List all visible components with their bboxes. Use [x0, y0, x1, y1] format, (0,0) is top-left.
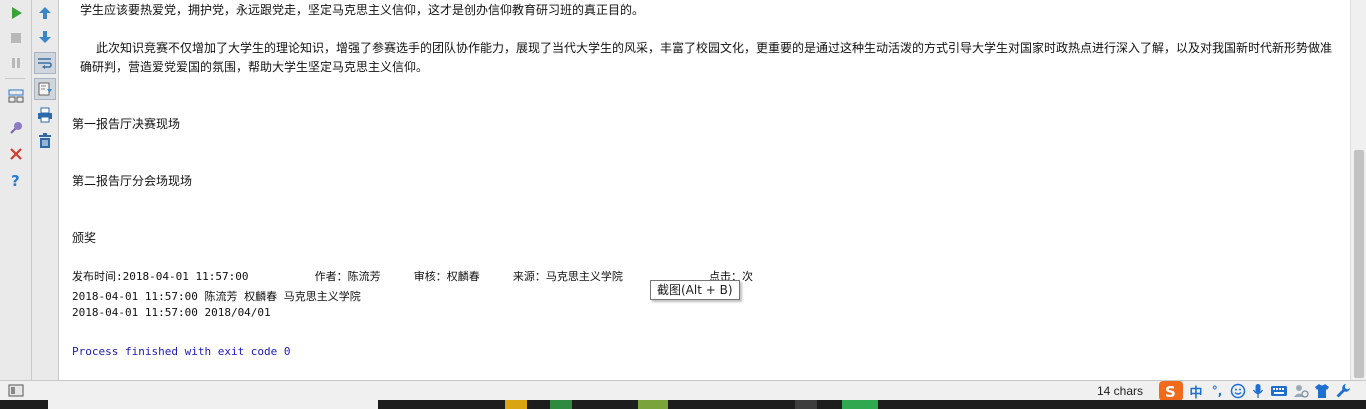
output-paragraph-1: 学生应该要热爱党，拥护党，永远跟党走，坚定马克思主义信仰，这才是创办信仰教育研习… — [80, 3, 645, 17]
panel-toggle-icon — [8, 384, 24, 397]
taskbar-app-4[interactable] — [795, 400, 817, 409]
pause-icon — [12, 58, 20, 68]
taskbar-window-preview[interactable] — [48, 400, 378, 409]
rerun-button[interactable] — [5, 2, 27, 24]
close-tab-button[interactable] — [5, 143, 27, 165]
scroll-to-end-icon — [38, 82, 52, 96]
console-scrollbar[interactable] — [1350, 0, 1366, 380]
output-paragraph-2-line-1: 此次知识竞赛不仅增加了大学生的理论知识，增强了参赛选手的团队协作能力，展现了当代… — [96, 41, 1333, 55]
ime-tools-button[interactable] — [1334, 381, 1352, 401]
smiley-icon — [1230, 383, 1246, 399]
scrollbar-thumb[interactable] — [1354, 150, 1364, 378]
sogou-icon: S — [1159, 381, 1183, 401]
console-tool-strip — [32, 0, 59, 380]
arrow-up-icon — [39, 7, 51, 19]
output-heading-final: 第一报告厅决赛现场 — [72, 117, 181, 131]
ime-keyboard-button[interactable] — [1269, 381, 1289, 401]
taskbar-app-1[interactable] — [505, 400, 527, 409]
restore-layout-button[interactable] — [5, 85, 27, 107]
close-icon — [10, 148, 22, 160]
ime-chinese-toggle[interactable]: 中 — [1187, 381, 1205, 401]
output-paragraph-2-line-2: 确研判，营造爱党爱国的氛围，帮助大学生坚定马克思主义信仰。 — [80, 60, 429, 74]
stop-icon — [11, 33, 21, 43]
status-bar: 14 chars S 中 °, — [0, 380, 1366, 401]
trash-icon — [39, 133, 51, 148]
taskbar-app-3[interactable] — [638, 400, 668, 409]
print-button[interactable] — [34, 104, 56, 126]
pin-icon — [10, 122, 22, 134]
ime-toolbar: S 中 °, — [1158, 381, 1355, 401]
taskbar-app-5[interactable] — [842, 400, 878, 409]
play-icon — [12, 7, 22, 19]
os-taskbar — [0, 400, 1366, 409]
ime-voice-button[interactable] — [1250, 381, 1266, 401]
ime-user-button[interactable] — [1292, 381, 1310, 401]
scroll-to-end-toggle[interactable] — [34, 78, 56, 100]
next-occurrence-button[interactable] — [34, 26, 56, 48]
output-exit-line: Process finished with exit code 0 — [72, 345, 291, 358]
stop-button[interactable] — [5, 27, 27, 49]
pause-button[interactable] — [5, 52, 27, 74]
clear-all-button[interactable] — [34, 130, 56, 152]
ime-emoji-button[interactable] — [1229, 381, 1247, 401]
screenshot-tooltip: 截图(Alt + B) — [650, 280, 740, 300]
previous-occurrence-button[interactable] — [34, 2, 56, 24]
output-result-line-2: 2018-04-01 11:57:00 2018/04/01 — [72, 306, 271, 319]
svg-text:S: S — [1165, 383, 1176, 401]
keyboard-icon — [1271, 386, 1287, 396]
output-heading-award: 颁奖 — [72, 231, 97, 245]
layout-icon — [8, 89, 24, 103]
ime-chinese-label: 中 — [1189, 385, 1203, 401]
tool-window-toggle[interactable] — [8, 383, 24, 398]
arrow-down-icon — [39, 31, 51, 43]
output-heading-branch: 第二报告厅分会场现场 — [72, 174, 193, 188]
run-tool-strip: ? — [0, 0, 32, 380]
ime-skin-button[interactable] — [1313, 381, 1331, 401]
help-button[interactable]: ? — [5, 169, 27, 191]
print-icon — [38, 107, 52, 123]
ime-punctuation-toggle[interactable]: °, — [1208, 381, 1226, 401]
pin-tab-button[interactable] — [5, 117, 27, 139]
wrench-icon — [1336, 384, 1350, 398]
soft-wrap-icon — [38, 58, 52, 69]
console-output[interactable]: 学生应该要热爱党，拥护党，永远跟党走，坚定马克思主义信仰，这才是创办信仰教育研习… — [59, 0, 1350, 380]
taskbar-app-2[interactable] — [550, 400, 572, 409]
user-settings-icon — [1294, 385, 1309, 398]
char-count: 14 chars — [1097, 384, 1144, 398]
output-result-line-1: 2018-04-01 11:57:00 陈流芳 权麟春 马克思主义学院 — [72, 290, 361, 303]
help-icon: ? — [11, 172, 20, 188]
svg-text:?: ? — [11, 172, 20, 188]
sogou-logo-button[interactable]: S — [1158, 381, 1184, 401]
microphone-icon — [1252, 384, 1264, 398]
ime-punct-label: °, — [1211, 384, 1223, 398]
soft-wrap-toggle[interactable] — [34, 52, 56, 74]
tshirt-icon — [1315, 384, 1329, 398]
